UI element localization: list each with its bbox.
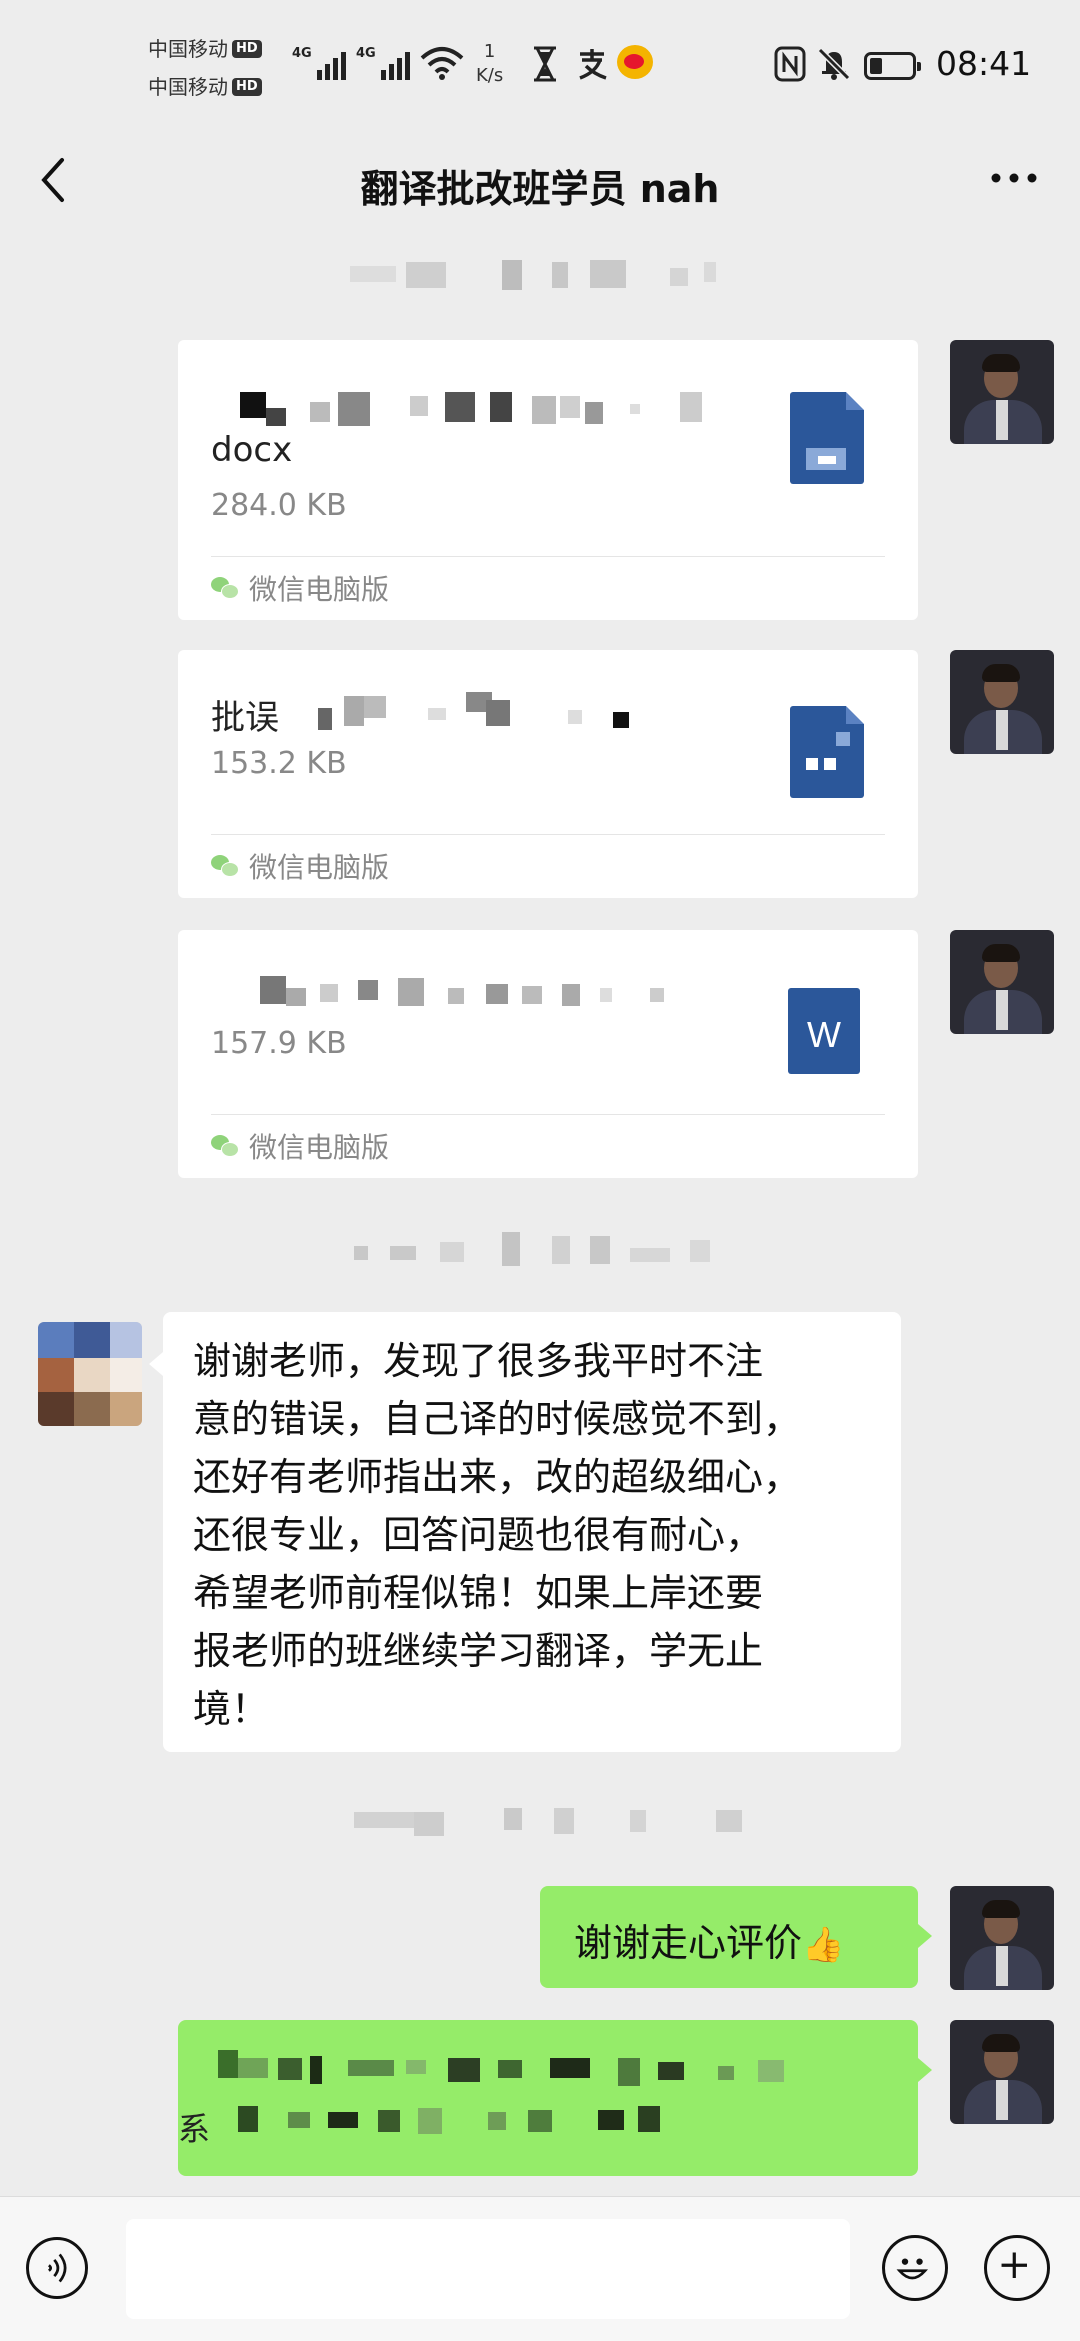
chat-title: 翻译批改班学员 nah — [360, 167, 720, 211]
wechat-icon — [211, 1135, 239, 1157]
clock: 08:41 — [936, 44, 1032, 83]
file-source: 微信电脑版 — [211, 1126, 389, 1166]
timestamp-blurred — [340, 258, 740, 298]
network-speed: 1 K/s — [476, 41, 504, 86]
carrier-2: 中国移动 — [148, 75, 228, 99]
avatar-teacher[interactable] — [950, 650, 1054, 754]
carrier-info: 中国移动 HD 中国移动 HD — [148, 30, 262, 106]
file-message[interactable]: 157.9 KB W 微信电脑版 — [178, 930, 918, 1178]
word-icon: W — [788, 988, 860, 1074]
file-message[interactable]: docx 284.0 KB 微信电脑版 — [178, 340, 918, 620]
reply-bubble[interactable]: 谢谢走心评价👍 — [540, 1886, 932, 1988]
filename-blurred — [318, 690, 718, 734]
plus-button[interactable] — [984, 2235, 1050, 2301]
document-icon — [790, 706, 864, 798]
alipay-icon — [579, 49, 607, 80]
avatar-teacher[interactable] — [950, 2020, 1054, 2124]
filename-blurred — [260, 970, 800, 1014]
thumbs-up-emoji: 👍 — [802, 1925, 845, 1965]
carrier-1: 中国移动 — [148, 37, 228, 61]
avatar-teacher[interactable] — [950, 930, 1054, 1034]
avatar-teacher[interactable] — [950, 340, 1054, 444]
file-name-prefix: 批误 — [211, 698, 279, 738]
wechat-icon — [211, 577, 239, 599]
document-icon — [790, 392, 864, 484]
timestamp-blurred — [340, 1232, 740, 1272]
wifi-icon — [420, 47, 464, 80]
weibo-icon — [617, 45, 653, 79]
blurred-text — [218, 2050, 898, 2160]
student-message-bubble[interactable]: 谢谢老师，发现了很多我平时不注 意的错误，自己译的时候感觉不到， 还好有老师指出… — [149, 1312, 901, 1752]
hourglass-icon — [534, 46, 556, 82]
input-bar — [0, 2196, 1080, 2341]
visible-char: 系 — [178, 2110, 211, 2148]
signal-icon: 4G — [356, 46, 410, 80]
wechat-icon — [211, 855, 239, 877]
file-message[interactable]: 批误 153.2 KB 微信电脑版 — [178, 650, 918, 898]
file-size: 157.9 KB — [211, 1026, 347, 1061]
hd-badge: HD — [232, 40, 262, 58]
signal-icon: 4G — [292, 46, 346, 80]
mute-icon — [817, 47, 851, 81]
battery-icon — [864, 52, 921, 80]
message-text: 谢谢走心评价👍 — [574, 1921, 845, 1965]
emoji-button[interactable] — [882, 2235, 948, 2301]
voice-button[interactable] — [26, 2237, 88, 2299]
file-source: 微信电脑版 — [211, 568, 389, 608]
message-text: 谢谢老师，发现了很多我平时不注 意的错误，自己译的时候感觉不到， 还好有老师指出… — [193, 1339, 802, 1731]
status-bar: 中国移动 HD 中国移动 HD 4G 4G 1 K/s 08:41 — [0, 0, 1080, 130]
hd-badge: HD — [232, 78, 262, 96]
nfc-icon — [774, 46, 806, 82]
file-size: 153.2 KB — [211, 746, 347, 781]
blurred-reply-bubble[interactable]: 系 — [178, 2020, 932, 2176]
file-size: 284.0 KB — [211, 488, 347, 523]
avatar-teacher[interactable] — [950, 1886, 1054, 1990]
avatar-student[interactable] — [38, 1322, 142, 1426]
file-source: 微信电脑版 — [211, 846, 389, 886]
file-name-suffix: docx — [211, 430, 293, 470]
message-input[interactable] — [126, 2219, 850, 2319]
more-options-button[interactable] — [984, 156, 1044, 200]
timestamp-blurred — [340, 1800, 742, 1840]
chat-header: 翻译批改班学员 nah — [0, 130, 1080, 230]
